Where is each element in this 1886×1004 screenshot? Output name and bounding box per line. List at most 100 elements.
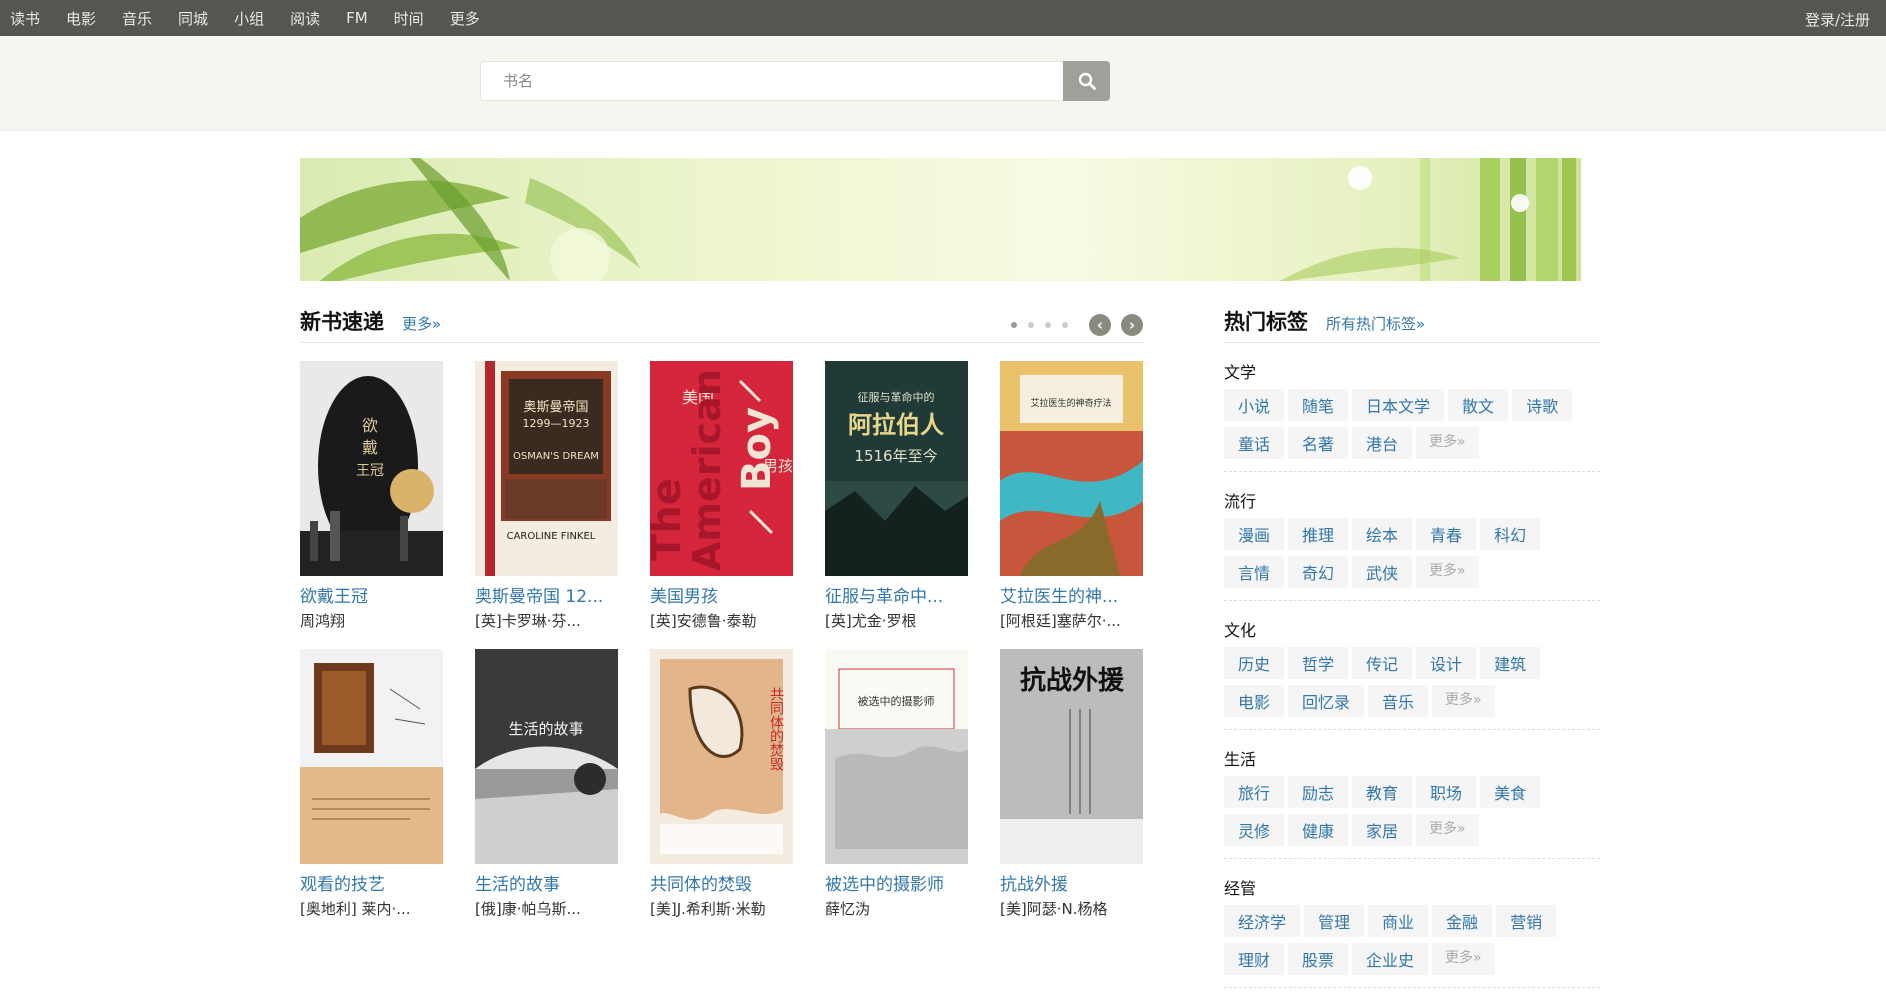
tag-item[interactable]: 武侠 (1352, 556, 1413, 588)
book-title[interactable]: 抗战外援 (1000, 870, 1143, 895)
tag-item[interactable]: 家居 (1352, 814, 1413, 846)
svg-text:1516年至今: 1516年至今 (854, 447, 937, 465)
tag-item[interactable]: 奇幻 (1288, 556, 1349, 588)
tag-item[interactable]: 职场 (1416, 776, 1477, 808)
nav-item-groups[interactable]: 小组 (234, 8, 264, 29)
tag-item[interactable]: 漫画 (1224, 518, 1285, 550)
book-cover[interactable]: 奥斯曼帝国 1299—1923 OSMAN'S DREAM CAROLINE F… (475, 361, 618, 576)
tag-item[interactable]: 灵修 (1224, 814, 1285, 846)
svg-text:征服与革命中的: 征服与革命中的 (858, 390, 935, 404)
nav-item-movies[interactable]: 电影 (66, 8, 96, 29)
tag-item[interactable]: 营销 (1496, 905, 1557, 937)
book-cover[interactable]: 美国 The American Boy 男孩 (650, 361, 793, 576)
tag-item[interactable]: 童话 (1224, 427, 1285, 459)
nav-item-more[interactable]: 更多 (450, 8, 480, 29)
tag-item[interactable]: 美食 (1480, 776, 1541, 808)
tag-more-link[interactable]: 更多» (1416, 427, 1479, 459)
tag-item[interactable]: 诗歌 (1512, 389, 1573, 421)
tag-item[interactable]: 商业 (1368, 905, 1429, 937)
tag-item[interactable]: 名著 (1288, 427, 1349, 459)
book-cover[interactable]: 征服与革命中的 阿拉伯人 1516年至今 (825, 361, 968, 576)
tag-item[interactable]: 经济学 (1224, 905, 1301, 937)
book-title[interactable]: 征服与革命中... (825, 582, 968, 607)
book-title[interactable]: 生活的故事 (475, 870, 618, 895)
search-icon (1078, 72, 1096, 90)
search-button[interactable] (1063, 61, 1110, 101)
tag-item[interactable]: 随笔 (1288, 389, 1349, 421)
tag-more-link[interactable]: 更多» (1432, 685, 1495, 717)
login-register-link[interactable]: 登录/注册 (1805, 9, 1870, 30)
tag-item[interactable]: 青春 (1416, 518, 1477, 550)
prev-page-button[interactable]: ‹ (1089, 314, 1111, 336)
tag-item[interactable]: 旅行 (1224, 776, 1285, 808)
book-title[interactable]: 共同体的焚毁 (650, 870, 793, 895)
new-books-title: 新书速递 (300, 310, 384, 334)
tag-item[interactable]: 言情 (1224, 556, 1285, 588)
book-cover[interactable]: 艾拉医生的神奇疗法 (1000, 361, 1143, 576)
tag-item[interactable]: 建筑 (1480, 647, 1541, 679)
book-cover[interactable]: 被选中的摄影师 (825, 649, 968, 864)
book-title[interactable]: 奥斯曼帝国 12... (475, 582, 618, 607)
tag-category-name: 文学 (1224, 363, 1257, 382)
tag-more-link[interactable]: 更多» (1416, 556, 1479, 588)
tag-item[interactable]: 科幻 (1480, 518, 1541, 550)
nav-item-fm[interactable]: FM (346, 9, 368, 27)
tag-item[interactable]: 推理 (1288, 518, 1349, 550)
tag-item[interactable]: 绘本 (1352, 518, 1413, 550)
tag-item[interactable]: 管理 (1304, 905, 1365, 937)
book-title[interactable]: 欲戴王冠 (300, 582, 443, 607)
pager-dot-3[interactable] (1045, 322, 1051, 328)
book-cover[interactable]: 生活的故事 (475, 649, 618, 864)
tag-item[interactable]: 企业史 (1352, 943, 1429, 975)
book-author: [俄]康·帕乌斯... (475, 900, 581, 918)
next-page-button[interactable]: › (1121, 314, 1143, 336)
tag-more-link[interactable]: 更多» (1416, 814, 1479, 846)
nav-item-books[interactable]: 读书 (10, 8, 40, 29)
tag-item[interactable]: 教育 (1352, 776, 1413, 808)
nav-item-music[interactable]: 音乐 (122, 8, 152, 29)
tag-item[interactable]: 回忆录 (1288, 685, 1365, 717)
book-cover[interactable] (300, 649, 443, 864)
tag-item[interactable]: 理财 (1224, 943, 1285, 975)
tag-item[interactable]: 健康 (1288, 814, 1349, 846)
tag-item[interactable]: 历史 (1224, 647, 1285, 679)
tag-item[interactable]: 港台 (1352, 427, 1413, 459)
svg-text:阿拉伯人: 阿拉伯人 (848, 411, 944, 439)
book-cover[interactable]: 抗战外援 (1000, 649, 1143, 864)
book-title[interactable]: 观看的技艺 (300, 870, 443, 895)
book-cover[interactable]: 欲 戴 王冠 (300, 361, 443, 576)
tag-more-link[interactable]: 更多» (1432, 943, 1495, 975)
tag-item[interactable]: 小说 (1224, 389, 1285, 421)
pager-dot-1[interactable] (1011, 322, 1017, 328)
tag-item[interactable]: 音乐 (1368, 685, 1429, 717)
tag-item[interactable]: 电影 (1224, 685, 1285, 717)
all-tags-link[interactable]: 所有热门标签» (1326, 313, 1425, 334)
nav-item-reading[interactable]: 阅读 (290, 8, 320, 29)
tag-item[interactable]: 金融 (1432, 905, 1493, 937)
book-title[interactable]: 美国男孩 (650, 582, 793, 607)
tag-item[interactable]: 日本文学 (1352, 389, 1445, 421)
book-author: [美]阿瑟·N.杨格 (1000, 900, 1108, 918)
bamboo-banner[interactable] (300, 158, 1581, 281)
book-title[interactable]: 被选中的摄影师 (825, 870, 968, 895)
pager-dot-2[interactable] (1028, 322, 1034, 328)
svg-text:艾拉医生的神奇疗法: 艾拉医生的神奇疗法 (1030, 397, 1111, 409)
svg-text:男孩: 男孩 (763, 457, 793, 475)
book-author: [美]J.希利斯·米勒 (650, 900, 766, 918)
book-title[interactable]: 艾拉医生的神... (1000, 582, 1143, 607)
nav-item-local[interactable]: 同城 (178, 8, 208, 29)
search-input[interactable] (480, 61, 1063, 101)
new-books-section: 新书速递 更多» ‹ › 欲 戴 王冠 欲戴王冠 周鸿翔 奥斯曼帝国 1299—… (300, 306, 1143, 919)
tag-category-culture: 文化 历史 哲学 传记 设计 建筑 电影 回忆录 音乐 更多» (1224, 617, 1600, 730)
tag-item[interactable]: 设计 (1416, 647, 1477, 679)
tag-item[interactable]: 哲学 (1288, 647, 1349, 679)
top-navigation: 读书 电影 音乐 同城 小组 阅读 FM 时间 更多 登录/注册 (0, 0, 1886, 36)
tag-item[interactable]: 传记 (1352, 647, 1413, 679)
tag-item[interactable]: 励志 (1288, 776, 1349, 808)
tag-item[interactable]: 散文 (1448, 389, 1509, 421)
book-cover[interactable]: 共同体的焚毁 (650, 649, 793, 864)
nav-item-time[interactable]: 时间 (394, 8, 424, 29)
pager-dot-4[interactable] (1062, 322, 1068, 328)
new-books-more-link[interactable]: 更多» (402, 313, 441, 334)
tag-item[interactable]: 股票 (1288, 943, 1349, 975)
